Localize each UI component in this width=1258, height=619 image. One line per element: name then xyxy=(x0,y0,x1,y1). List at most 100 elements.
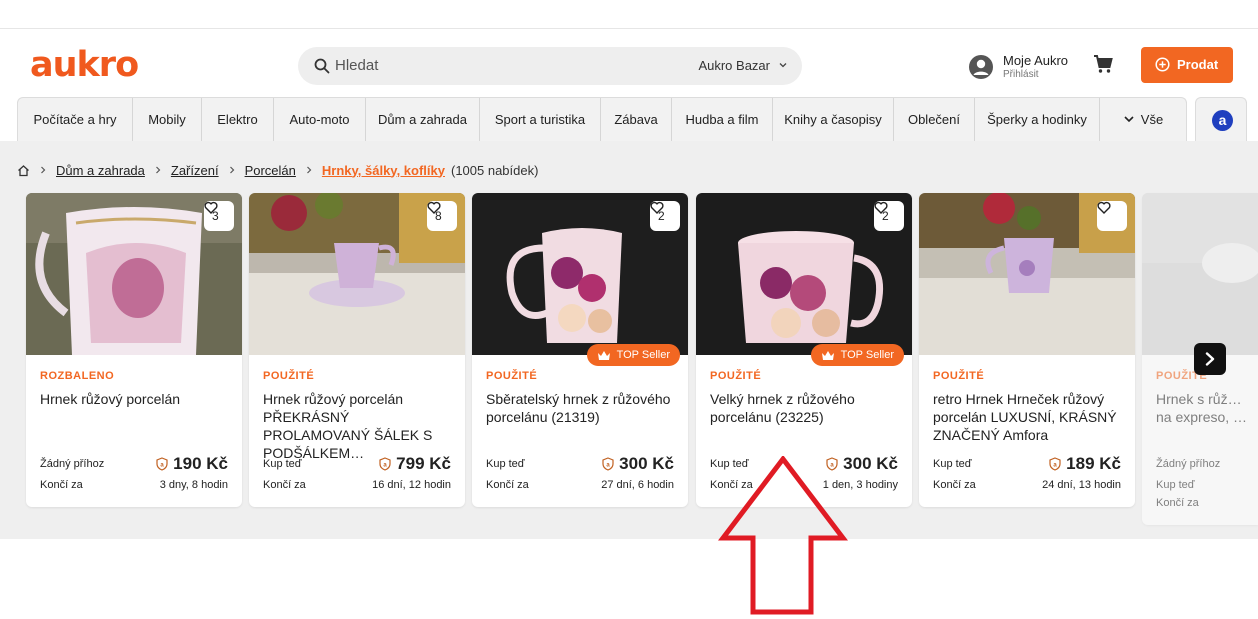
plus-circle-icon xyxy=(1155,57,1170,72)
breadcrumb-link[interactable]: Zařízení xyxy=(171,163,219,178)
sale-type: Kup teď xyxy=(486,458,525,470)
site-header: aukro Hledat Aukro Bazar Moje Aukro Přih… xyxy=(0,29,1258,97)
user-avatar-icon xyxy=(969,55,993,79)
sale-type: Kup teď xyxy=(263,458,302,470)
category-tab[interactable]: Sport a turistika xyxy=(480,98,601,141)
condition-label: POUŽITÉ xyxy=(486,370,538,382)
product-title[interactable]: Hrnek s růž… na expreso, … xyxy=(1156,390,1256,426)
ends-label: Končí za xyxy=(40,479,83,491)
chevron-right-icon xyxy=(41,166,46,174)
heart-icon xyxy=(650,201,664,214)
product-title[interactable]: retro Hrnek Hrneček růžový porcelán LUXU… xyxy=(933,390,1123,444)
breadcrumb-current[interactable]: Hrnky, šálky, koflíky xyxy=(322,163,445,178)
category-tab[interactable]: Šperky a hodinky xyxy=(975,98,1100,141)
heart-icon xyxy=(1097,201,1111,214)
product-card[interactable]: 3 ROZBALENO Hrnek růžový porcelán Žádný … xyxy=(26,193,242,507)
price: a 300 Kč xyxy=(602,454,674,474)
product-image[interactable]: 2 xyxy=(472,193,688,355)
shield-icon: a xyxy=(602,457,614,471)
category-tab[interactable]: Zábava xyxy=(601,98,672,141)
sale-type: Žádný příhoz xyxy=(1156,458,1221,470)
product-title[interactable]: Sběratelský hrnek z růžového porcelánu (… xyxy=(486,390,676,426)
ends-label: Končí za xyxy=(263,479,306,491)
sale-type: Kup teď xyxy=(933,458,972,470)
chevron-right-icon xyxy=(306,166,312,174)
sale-type: Žádný příhoz xyxy=(40,458,105,470)
condition-label: POUŽITÉ xyxy=(710,370,762,382)
red-arrow-annotation xyxy=(718,456,848,615)
top-seller-badge: TOP Seller xyxy=(586,344,680,366)
product-image[interactable]: 3 xyxy=(26,193,242,355)
heart-icon xyxy=(874,201,888,214)
category-tab[interactable]: Oblečení xyxy=(894,98,975,141)
condition-label: POUŽITÉ xyxy=(263,370,315,382)
shield-icon: a xyxy=(379,457,391,471)
price: a 190 Kč xyxy=(156,454,228,474)
search-icon xyxy=(314,58,330,74)
top-seller-badge: TOP Seller xyxy=(810,344,904,366)
product-card[interactable]: 2 TOP Seller POUŽITÉ Sběratelský hrnek z… xyxy=(472,193,688,507)
sell-button-label: Prodat xyxy=(1177,57,1219,72)
crown-icon xyxy=(597,350,610,360)
breadcrumb: Dům a zahrada Zařízení Porcelán Hrnky, š… xyxy=(17,161,538,179)
aukro-app-tab[interactable]: a xyxy=(1195,97,1247,141)
category-tab[interactable]: Auto-moto xyxy=(274,98,366,141)
favorite-button[interactable]: 2 xyxy=(874,201,904,231)
shield-icon: a xyxy=(1049,457,1061,471)
chevron-right-icon xyxy=(155,166,161,174)
aukro-logo[interactable]: aukro xyxy=(30,45,139,85)
favorite-button[interactable]: 2 xyxy=(650,201,680,231)
browser-top-strip xyxy=(0,0,1258,29)
mug-photo xyxy=(1142,193,1258,355)
account-menu[interactable]: Moje Aukro Přihlásit xyxy=(968,51,1098,85)
price: a 799 Kč xyxy=(379,454,451,474)
search-bar[interactable]: Hledat Aukro Bazar xyxy=(298,47,802,85)
price: a 189 Kč xyxy=(1049,454,1121,474)
breadcrumb-link[interactable]: Porcelán xyxy=(245,163,296,178)
breadcrumb-link[interactable]: Dům a zahrada xyxy=(56,163,145,178)
product-image[interactable]: 8 xyxy=(249,193,465,355)
ends-label: Končí za xyxy=(486,479,529,491)
condition-label: POUŽITÉ xyxy=(933,370,985,382)
time-left: 16 dní, 12 hodin xyxy=(372,479,451,491)
category-tab-all[interactable]: Vše xyxy=(1100,98,1186,141)
svg-text:a: a xyxy=(384,463,388,469)
home-icon[interactable] xyxy=(17,164,30,177)
favorite-button[interactable] xyxy=(1097,201,1127,231)
product-title[interactable]: Velký hrnek z růžového porcelánu (23225) xyxy=(710,390,900,426)
time-left: 27 dní, 6 hodin xyxy=(601,479,674,491)
product-card[interactable]: POUŽITÉ retro Hrnek Hrneček růžový porce… xyxy=(919,193,1135,507)
category-tab[interactable]: Knihy a časopisy xyxy=(773,98,894,141)
offer-count: (1005 nabídek) xyxy=(450,162,539,178)
account-name: Moje Aukro xyxy=(1003,53,1069,68)
chevron-right-icon xyxy=(1205,352,1215,366)
sell-button[interactable]: Prodat xyxy=(1141,47,1233,83)
product-image[interactable]: 2 xyxy=(696,193,912,355)
product-card[interactable]: 8 POUŽITÉ Hrnek růžový porcelán PŘEKRÁSN… xyxy=(249,193,465,507)
aukro-app-icon: a xyxy=(1212,110,1233,131)
product-image[interactable] xyxy=(1142,193,1258,355)
search-scope-select[interactable]: Aukro Bazar xyxy=(698,58,770,73)
category-tab[interactable]: Hudba a film xyxy=(672,98,773,141)
carousel-next-button[interactable] xyxy=(1194,343,1226,375)
favorite-button[interactable]: 3 xyxy=(204,201,234,231)
login-link[interactable]: Přihlásit xyxy=(1003,69,1039,80)
product-image[interactable] xyxy=(919,193,1135,355)
category-nav: Počítače a hry Mobily Elektro Auto-moto … xyxy=(17,97,1187,141)
category-tab[interactable]: Mobily xyxy=(133,98,202,141)
cart-icon[interactable] xyxy=(1092,53,1114,75)
heart-icon xyxy=(204,201,218,214)
svg-text:a: a xyxy=(1054,463,1058,469)
chevron-right-icon xyxy=(229,166,234,174)
product-title[interactable]: Hrnek růžový porcelán xyxy=(40,390,230,408)
ends-label: Končí za xyxy=(1156,497,1199,509)
search-input[interactable]: Hledat xyxy=(335,57,378,74)
product-title[interactable]: Hrnek růžový porcelán PŘEKRÁSNÝ PROLAMOV… xyxy=(263,390,453,462)
category-tab[interactable]: Dům a zahrada xyxy=(366,98,480,141)
category-tab[interactable]: Elektro xyxy=(202,98,274,141)
svg-text:a: a xyxy=(607,463,611,469)
category-tab[interactable]: Počítače a hry xyxy=(18,98,133,141)
favorite-button[interactable]: 8 xyxy=(427,201,457,231)
time-left: 3 dny, 8 hodin xyxy=(159,479,228,491)
chevron-down-icon xyxy=(1124,116,1134,123)
